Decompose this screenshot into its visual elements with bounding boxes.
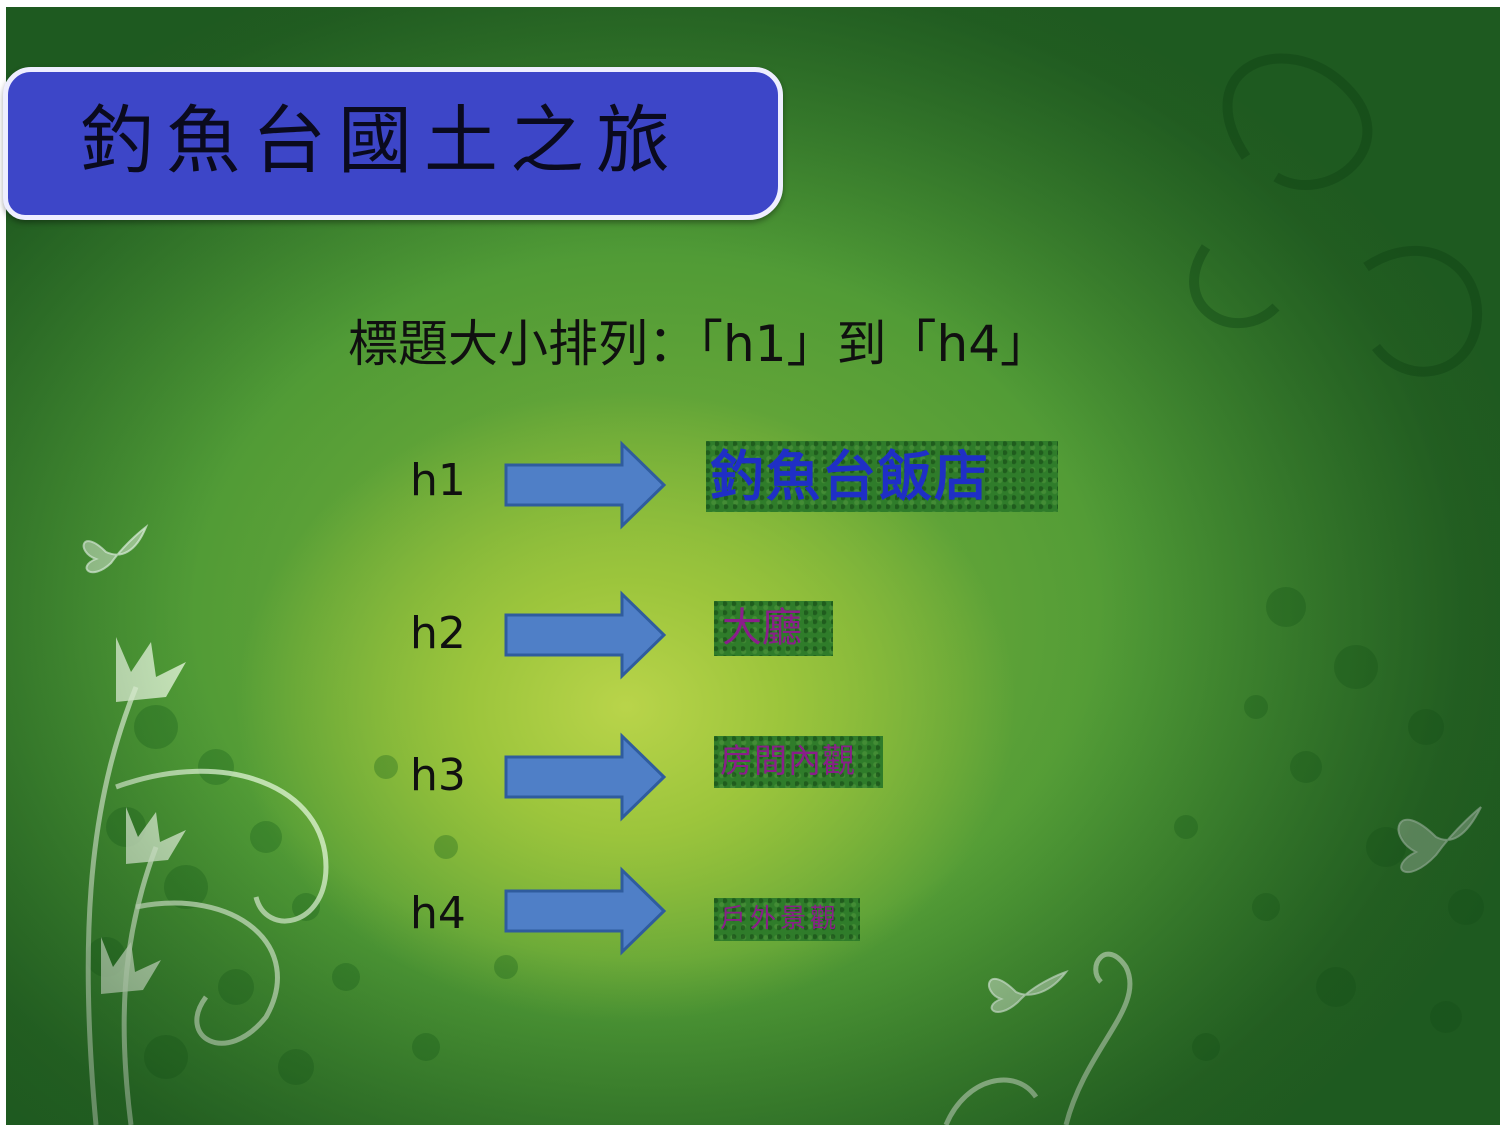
right-arrow-icon: [504, 732, 667, 822]
h4-heading-sample: 戶外景觀: [714, 898, 860, 941]
row-label-h3: h3: [410, 750, 466, 801]
slide-title: 釣魚台國土之旅: [80, 98, 682, 184]
right-arrow-icon: [504, 590, 667, 680]
row-label-h1: h1: [410, 455, 466, 506]
subtitle-text: 標題大小排列：「h1」到「h4」: [348, 315, 1051, 373]
row-label-h4: h4: [410, 888, 466, 939]
row-label-h2: h2: [410, 608, 466, 659]
h2-heading-sample: 大廳: [714, 601, 833, 656]
h1-heading-sample: 釣魚台飯店: [706, 441, 1058, 512]
h3-heading-sample: 房間內觀: [714, 736, 883, 788]
right-arrow-icon: [504, 440, 667, 530]
title-banner: 釣魚台國土之旅: [3, 67, 783, 220]
right-arrow-icon: [504, 866, 667, 956]
